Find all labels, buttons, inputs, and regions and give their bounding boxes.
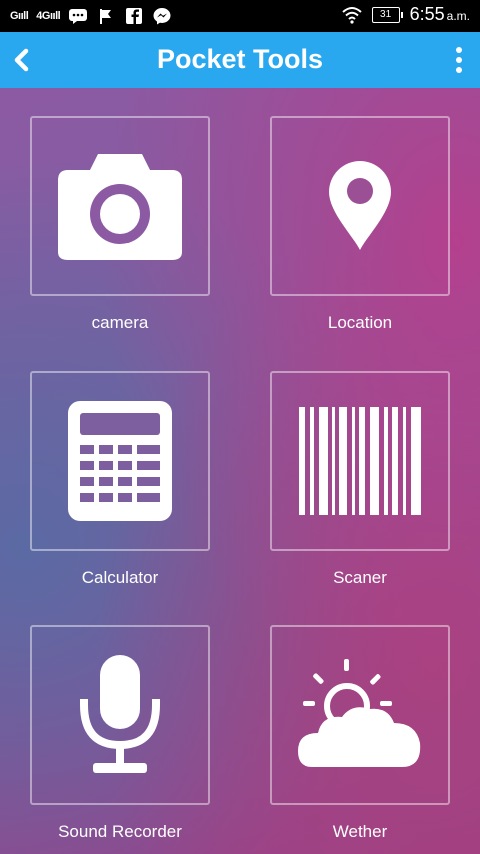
camera-icon <box>58 154 182 260</box>
tool-label-camera: camera <box>91 313 149 332</box>
tool-label-scaner: Scaner <box>333 568 387 587</box>
tool-label-location: Location <box>327 313 393 332</box>
clock-ampm: a.m. <box>446 9 470 23</box>
signal-strength-sim2: 4Gııll <box>36 10 61 22</box>
tool-tile-scaner[interactable] <box>270 371 450 551</box>
tool-label-calculator: Calculator <box>81 568 159 587</box>
battery-indicator: 31 <box>371 6 403 23</box>
tool-tile-calculator[interactable] <box>30 371 210 551</box>
clock: 6:55 a.m. <box>410 4 470 25</box>
wifi-icon <box>341 6 362 24</box>
calculator-icon <box>68 401 172 521</box>
messenger-icon <box>153 8 171 25</box>
tool-label-sound-recorder: Sound Recorder <box>58 822 182 841</box>
signal-strength-sim1: Gııll <box>10 10 29 22</box>
app-bar: Pocket Tools <box>0 32 480 88</box>
microphone-icon <box>80 655 160 773</box>
overflow-menu-icon[interactable] <box>452 46 466 76</box>
tool-tile-wether[interactable] <box>270 625 450 805</box>
flag-icon <box>100 9 112 24</box>
tool-tile-location[interactable] <box>270 116 450 296</box>
tools-grid: camera Location Calculator Scaner Sound … <box>0 88 480 854</box>
tool-tile-sound-recorder[interactable] <box>30 625 210 805</box>
tool-tile-camera[interactable] <box>30 116 210 296</box>
location-pin-icon <box>329 161 391 250</box>
weather-icon <box>298 659 421 767</box>
tool-label-wether: Wether <box>332 822 388 841</box>
page-title: Pocket Tools <box>156 44 324 74</box>
clock-time: 6:55 <box>409 4 445 24</box>
message-icon <box>69 9 88 24</box>
status-bar: Gııll 4Gııll 31 6:55 a.m. <box>0 0 480 32</box>
barcode-icon <box>299 407 421 515</box>
facebook-icon <box>126 8 143 24</box>
